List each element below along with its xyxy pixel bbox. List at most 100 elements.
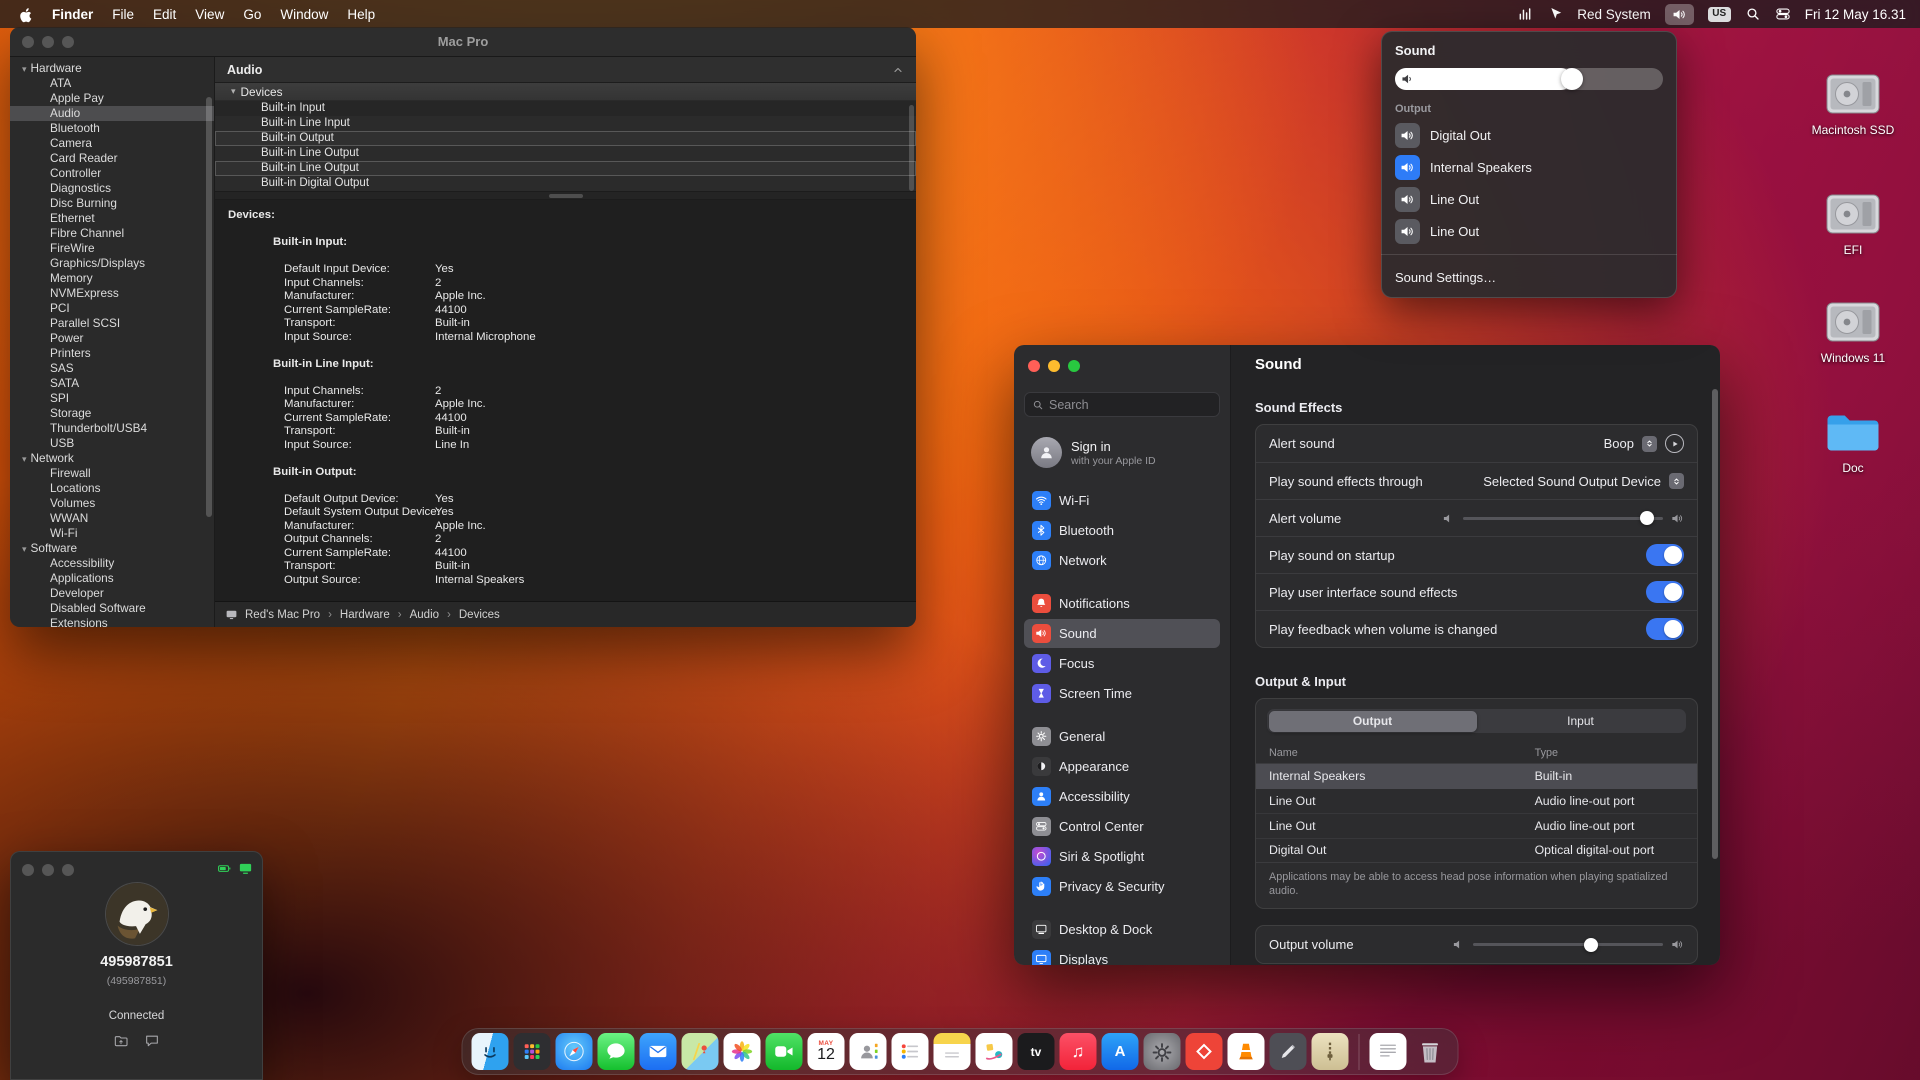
alert-volume-slider[interactable] (1463, 511, 1663, 525)
dock-calendar-icon[interactable]: MAY 12 (807, 1033, 845, 1070)
sysinfo-item-printers[interactable]: Printers (10, 346, 214, 361)
sysinfo-item-camera[interactable]: Camera (10, 136, 214, 151)
sysinfo-item-power[interactable]: Power (10, 331, 214, 346)
device-table-row[interactable]: Line Out Audio line-out port (1256, 813, 1697, 838)
sysinfo-section-software[interactable]: ▾ Software (10, 541, 214, 556)
settings-sidebar-appearance[interactable]: Appearance (1024, 752, 1220, 781)
sysinfo-item-parallel-scsi[interactable]: Parallel SCSI (10, 316, 214, 331)
minimize-button[interactable] (1048, 360, 1060, 372)
play-alert-button[interactable] (1665, 434, 1684, 453)
sysinfo-item-controller[interactable]: Controller (10, 166, 214, 181)
toggle-play-user-interface-sound-effects[interactable] (1646, 581, 1684, 603)
sysinfo-item-disabled-software[interactable]: Disabled Software (10, 601, 214, 616)
sysinfo-item-sata[interactable]: SATA (10, 376, 214, 391)
window-controls[interactable] (22, 864, 74, 876)
pane-splitter[interactable] (215, 191, 916, 200)
window-controls[interactable] (1028, 360, 1080, 372)
device-table-row[interactable]: Line Out Audio line-out port (1256, 789, 1697, 814)
zoom-button[interactable] (62, 864, 74, 876)
search-input[interactable] (1049, 397, 1212, 412)
sysinfo-item-memory[interactable]: Memory (10, 271, 214, 286)
sysinfo-item-developer[interactable]: Developer (10, 586, 214, 601)
device-row-built-in-line-output[interactable]: Built-in Line Output (215, 161, 916, 176)
settings-sidebar-wi-fi[interactable]: Wi-Fi (1024, 486, 1220, 515)
sysinfo-item-usb[interactable]: USB (10, 436, 214, 451)
scrollbar[interactable] (1711, 389, 1718, 859)
device-table-row[interactable]: Internal Speakers Built-in (1256, 764, 1697, 789)
sysinfo-item-thunderbolt-usb4[interactable]: Thunderbolt/USB4 (10, 421, 214, 436)
settings-sidebar-accessibility[interactable]: Accessibility (1024, 782, 1220, 811)
sysinfo-item-sas[interactable]: SAS (10, 361, 214, 376)
device-row-built-in-line-input[interactable]: Built-in Line Input (215, 116, 916, 131)
settings-sidebar-general[interactable]: General (1024, 722, 1220, 751)
menu-item-edit[interactable]: Edit (153, 7, 176, 22)
sysinfo-item-card-reader[interactable]: Card Reader (10, 151, 214, 166)
device-row-built-in-output[interactable]: Built-in Output (215, 131, 916, 146)
settings-sidebar-focus[interactable]: Focus (1024, 649, 1220, 678)
settings-sidebar-privacy-security[interactable]: Privacy & Security (1024, 872, 1220, 901)
sysinfo-item-extensions[interactable]: Extensions (10, 616, 214, 627)
dock-editor-icon[interactable] (1269, 1033, 1307, 1070)
dock-notes-icon[interactable] (933, 1033, 971, 1070)
output-device-internal-speakers[interactable]: Internal Speakers (1395, 151, 1663, 183)
dock-tv-icon[interactable]: tv (1017, 1033, 1055, 1070)
output-volume-slider[interactable] (1473, 937, 1663, 952)
devices-group-header[interactable]: ▾ Devices (215, 83, 916, 101)
dock-appstore-icon[interactable]: A (1101, 1033, 1139, 1070)
desktop-icon-windows-11[interactable]: Windows 11 (1798, 300, 1908, 365)
dock-launchpad-icon[interactable] (513, 1033, 551, 1070)
dock-photos-icon[interactable] (723, 1033, 761, 1070)
play-through-stepper[interactable] (1669, 473, 1684, 489)
settings-sidebar-network[interactable]: Network (1024, 546, 1220, 575)
dock-freeform-icon[interactable] (975, 1033, 1013, 1070)
sysinfo-item-firewire[interactable]: FireWire (10, 241, 214, 256)
table-scrollbar[interactable] (909, 105, 914, 191)
sysinfo-item-ata[interactable]: ATA (10, 76, 214, 91)
input-source-badge[interactable]: US (1707, 6, 1731, 22)
spotlight-icon[interactable] (1745, 6, 1761, 22)
dock-contacts-icon[interactable] (849, 1033, 887, 1070)
menu-item-go[interactable]: Go (243, 7, 261, 22)
close-button[interactable] (1028, 360, 1040, 372)
dock-mail-icon[interactable] (639, 1033, 677, 1070)
settings-sidebar-displays[interactable]: Displays (1024, 945, 1220, 965)
sysinfo-item-wi-fi[interactable]: Wi-Fi (10, 526, 214, 541)
output-device-line-out[interactable]: Line Out (1395, 215, 1663, 247)
remote-cursor-icon[interactable] (1547, 6, 1563, 22)
close-button[interactable] (22, 864, 34, 876)
menu-clock[interactable]: Fri 12 May 16.31 (1805, 7, 1906, 22)
sysinfo-item-locations[interactable]: Locations (10, 481, 214, 496)
toggle-play-feedback-when-volume-is-changed[interactable] (1646, 618, 1684, 640)
menu-item-window[interactable]: Window (280, 7, 328, 22)
apple-menu-icon[interactable] (18, 6, 33, 23)
menu-item-help[interactable]: Help (347, 7, 375, 22)
zoom-button[interactable] (62, 36, 74, 48)
device-row-built-in-digital-output[interactable]: Built-in Digital Output (215, 176, 916, 191)
dock-vlc-icon[interactable] (1227, 1033, 1265, 1070)
device-row-built-in-line-output[interactable]: Built-in Line Output (215, 146, 916, 161)
tab-output[interactable]: Output (1268, 710, 1477, 732)
dock-archive-icon[interactable] (1311, 1033, 1349, 1070)
output-device-digital-out[interactable]: Digital Out (1395, 119, 1663, 151)
menu-status-label[interactable]: Red System (1577, 7, 1651, 22)
sysinfo-item-fibre-channel[interactable]: Fibre Channel (10, 226, 214, 241)
breadcrumb-item[interactable]: Red's Mac Pro (245, 609, 320, 621)
settings-sidebar-sound[interactable]: Sound (1024, 619, 1220, 648)
settings-search[interactable] (1024, 392, 1220, 417)
activity-monitor-icon[interactable] (1517, 6, 1533, 22)
sysinfo-item-audio[interactable]: Audio (10, 106, 214, 121)
breadcrumb-item[interactable]: Devices (459, 609, 500, 621)
sysinfo-item-bluetooth[interactable]: Bluetooth (10, 121, 214, 136)
tab-input[interactable]: Input (1477, 711, 1685, 732)
toggle-play-sound-on-startup[interactable] (1646, 544, 1684, 566)
sysinfo-item-accessibility[interactable]: Accessibility (10, 556, 214, 571)
settings-sidebar-screen-time[interactable]: Screen Time (1024, 679, 1220, 708)
control-center-icon[interactable] (1775, 6, 1791, 22)
zoom-button[interactable] (1068, 360, 1080, 372)
sysinfo-item-wwan[interactable]: WWAN (10, 511, 214, 526)
sysinfo-item-volumes[interactable]: Volumes (10, 496, 214, 511)
desktop-icon-efi[interactable]: EFI (1798, 192, 1908, 257)
sysinfo-item-ethernet[interactable]: Ethernet (10, 211, 214, 226)
alert-sound-stepper[interactable] (1642, 435, 1657, 452)
sysinfo-section-network[interactable]: ▾ Network (10, 451, 214, 466)
